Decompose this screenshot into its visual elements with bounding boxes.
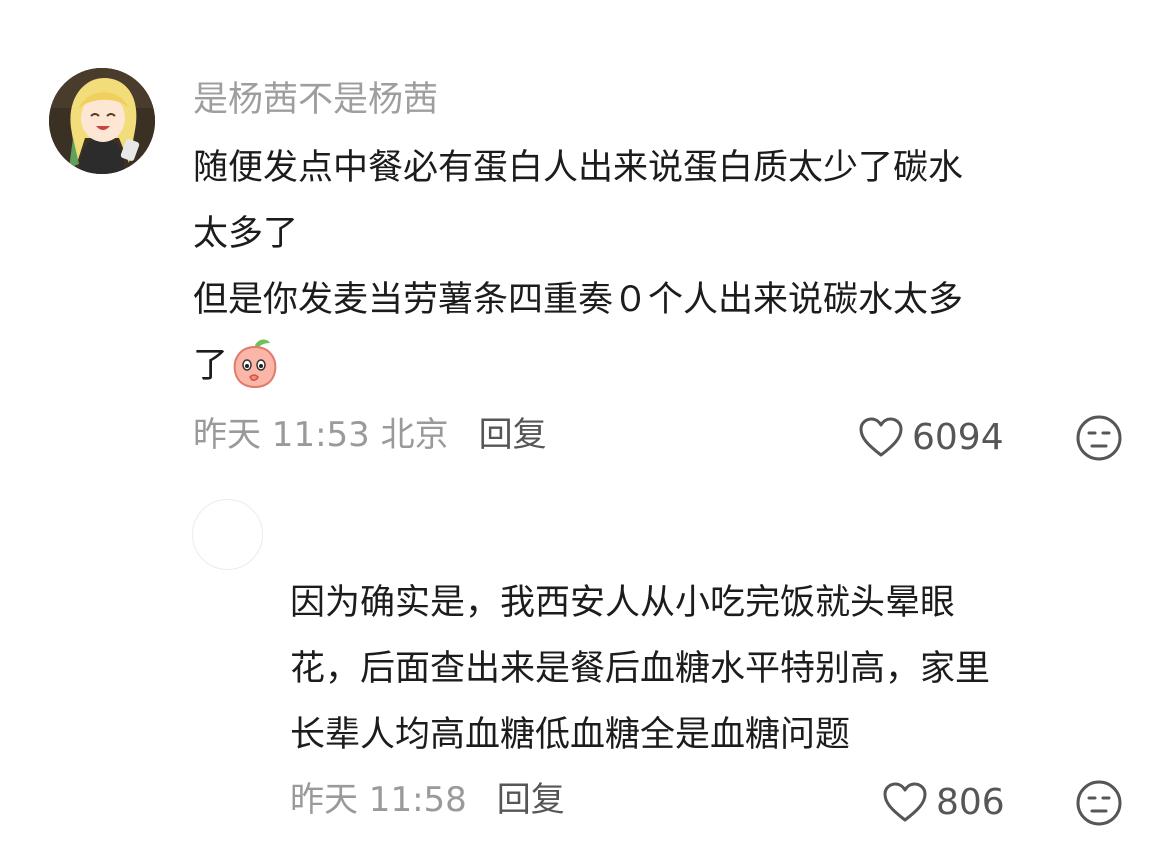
reply-text: 因为确实是，我西安人从小吃完饭就头晕眼 花，后面查出来是餐后血糖水平特别高，家里…: [290, 570, 1150, 768]
comment-line: 但是你发麦当劳薯条四重奏０个人出来说碳水太多: [193, 280, 964, 320]
comment-line: 随便发点中餐必有蛋白人出来说蛋白质太少了碳水: [193, 148, 964, 188]
meh-face-icon: [1076, 780, 1122, 826]
peach-shy-emoji-icon: [230, 337, 280, 389]
avatar[interactable]: [49, 68, 155, 174]
reply-line: 长辈人均高血糖低血糖全是血糖问题: [290, 715, 851, 755]
dislike-button[interactable]: [1075, 779, 1123, 827]
reply-line: 因为确实是，我西安人从小吃完饭就头晕眼: [290, 583, 956, 623]
comment-line: 太多了: [193, 214, 299, 254]
comment-line-last: 了: [193, 333, 1153, 399]
like-button[interactable]: 6094: [858, 413, 1004, 461]
like-count: 806: [936, 781, 1005, 823]
like-count: 6094: [912, 416, 1004, 458]
comment-meta: 昨天 11:53 北京 回复: [193, 413, 547, 457]
reply-time: 昨天 11:58: [290, 780, 467, 820]
heart-outline-icon: [859, 417, 903, 457]
reply-line: 花，后面查出来是餐后血糖水平特别高，家里: [290, 649, 991, 689]
comment-text: 随便发点中餐必有蛋白人出来说蛋白质太少了碳水 太多了 但是你发麦当劳薯条四重奏０…: [193, 135, 1153, 399]
dislike-button[interactable]: [1075, 414, 1123, 462]
heart-outline-icon: [883, 782, 927, 822]
reply-avatar[interactable]: [192, 499, 263, 570]
anime-girl-avatar-image: [49, 68, 155, 174]
reply-button[interactable]: 回复: [497, 780, 565, 820]
comment-time-location: 昨天 11:53 北京: [193, 415, 449, 455]
meh-face-icon: [1076, 415, 1122, 461]
username[interactable]: 是杨茜不是杨茜: [193, 78, 438, 122]
comment-line: 了: [193, 346, 229, 386]
reply-meta: 昨天 11:58 回复: [290, 778, 565, 822]
reply-button[interactable]: 回复: [479, 415, 547, 455]
like-button[interactable]: 806: [882, 778, 1005, 826]
